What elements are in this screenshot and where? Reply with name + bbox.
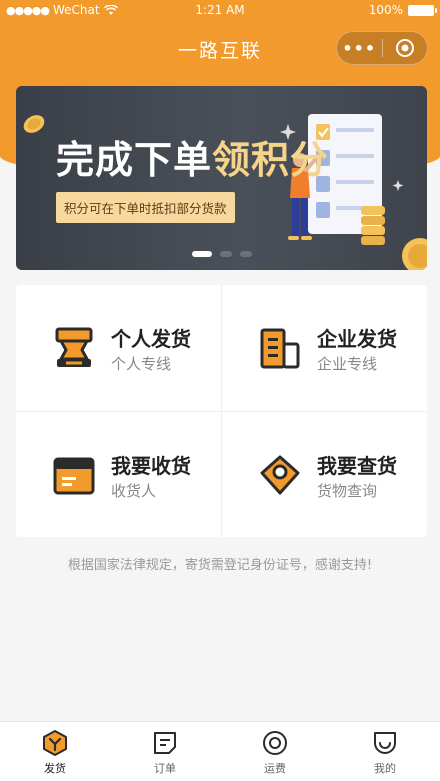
close-button[interactable] [382, 38, 427, 58]
mini-program-capsule: ••• [336, 31, 428, 65]
tab-label: 订单 [154, 762, 176, 775]
grid-item-subtitle: 收货人 [111, 482, 157, 500]
nav-bar: 一路互联 ••• [0, 22, 440, 74]
service-grid: 个人发货 个人专线 企业发货 企业专线 我要收货 收货人 我要查货 货物查询 [16, 285, 427, 537]
banner-dot[interactable] [239, 251, 252, 257]
freight-icon [263, 731, 287, 755]
grid-item-title: 我要查货 [317, 454, 397, 478]
tab-freight[interactable]: 运费 [220, 722, 330, 781]
profile-icon [374, 732, 396, 754]
box-icon [53, 457, 95, 495]
tab-ship[interactable]: 发货 [0, 722, 110, 781]
enterprise-ship-entry[interactable]: 企业发货 企业专线 [222, 285, 427, 411]
status-bar: ●●●●● WeChat 1:21 AM 100% [0, 0, 440, 22]
grid-item-subtitle: 货物查询 [317, 482, 378, 500]
banner-dot[interactable] [191, 251, 212, 257]
banner-dot[interactable] [219, 251, 232, 257]
legal-notice: 根据国家法律规定，寄货需登记身份证号，感谢支持! [67, 558, 373, 573]
receive-entry[interactable]: 我要收货 收货人 [16, 412, 221, 538]
location-search-icon [260, 455, 300, 495]
battery-icon [408, 4, 437, 16]
battery-percent: 100% [368, 3, 403, 17]
status-right: 100% [368, 3, 437, 17]
grid-item-subtitle: 企业专线 [317, 355, 378, 373]
banner-headline-text: 完成下单 [56, 138, 213, 182]
tab-label: 运费 [264, 762, 286, 775]
track-entry[interactable]: 我要查货 货物查询 [222, 412, 427, 538]
tab-label: 我的 [374, 762, 396, 775]
banner-subtitle: 积分可在下单时抵扣部分货款 [56, 192, 235, 223]
promo-banner[interactable]: 完成下单领积分 积分可在下单时抵扣部分货款 [16, 86, 427, 270]
banner-headline: 完成下单领积分 [56, 129, 329, 184]
target-icon [395, 39, 414, 57]
personal-ship-entry[interactable]: 个人发货 个人专线 [16, 285, 221, 411]
tab-bar: 发货 订单 运费 我的 [0, 721, 440, 781]
grid-item-title: 我要收货 [111, 454, 191, 478]
person-ship-icon [55, 327, 93, 367]
tab-profile[interactable]: 我的 [330, 722, 440, 781]
tab-label: 发货 [44, 762, 66, 775]
banner-pagination [16, 251, 427, 257]
grid-item-title: 企业发货 [317, 327, 397, 351]
banner-headline-highlight: 领积分 [212, 138, 330, 182]
ship-icon [43, 730, 67, 756]
building-icon [260, 328, 300, 369]
grid-item-title: 个人发货 [111, 327, 191, 351]
more-button[interactable]: ••• [337, 39, 382, 58]
order-icon [154, 732, 176, 754]
tab-orders[interactable]: 订单 [110, 722, 220, 781]
grid-item-subtitle: 个人专线 [111, 355, 172, 373]
